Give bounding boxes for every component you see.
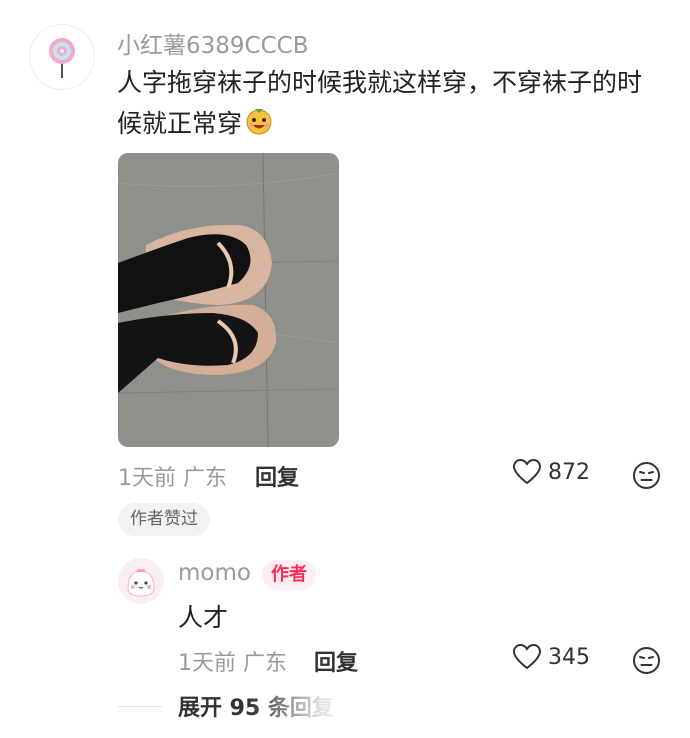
reply-reply-button[interactable]: 回复 — [314, 645, 358, 677]
flip-flops-socks-photo — [118, 153, 339, 447]
dislike-face-icon[interactable] — [632, 646, 661, 675]
reply-location: 广东 — [243, 651, 288, 676]
comment-time: 1天前 — [118, 466, 176, 491]
expand-divider — [118, 706, 162, 707]
reply-time: 1天前 — [178, 651, 236, 676]
cute-character-icon — [118, 558, 164, 604]
reply-meta: 1天前 广东 — [178, 645, 287, 677]
author-tag: 作者 — [262, 560, 316, 590]
comment-meta: 1天前 广东 — [118, 460, 227, 492]
author-liked-badge: 作者赞过 — [118, 503, 210, 536]
heart-icon — [512, 643, 542, 670]
like-button[interactable]: 872 — [512, 458, 590, 486]
heart-icon — [512, 458, 542, 485]
reply-like-count: 345 — [548, 644, 590, 670]
user-avatar[interactable] — [29, 24, 95, 90]
comment-text: 人字拖穿袜子的时候我就这样穿，不穿袜子的时候就正常穿 — [117, 62, 657, 144]
fade-overlay — [250, 680, 450, 738]
comment-body: 人字拖穿袜子的时候我就这样穿，不穿袜子的时候就正常穿 — [117, 68, 643, 138]
reply-button[interactable]: 回复 — [255, 460, 299, 492]
comment-location: 广东 — [183, 466, 228, 491]
reply-text: 人才 — [178, 603, 229, 632]
comment-photo[interactable] — [118, 153, 339, 447]
lollipop-icon — [49, 38, 75, 78]
reply-like-button[interactable]: 345 — [512, 643, 590, 671]
comment-username[interactable]: 小红薯6389CCCB — [117, 26, 309, 60]
like-count: 872 — [548, 459, 590, 485]
reply-avatar[interactable] — [118, 558, 164, 604]
emoji-laughing-icon — [246, 109, 272, 135]
dislike-face-icon[interactable] — [632, 461, 661, 490]
reply-username[interactable]: momo — [178, 560, 251, 586]
